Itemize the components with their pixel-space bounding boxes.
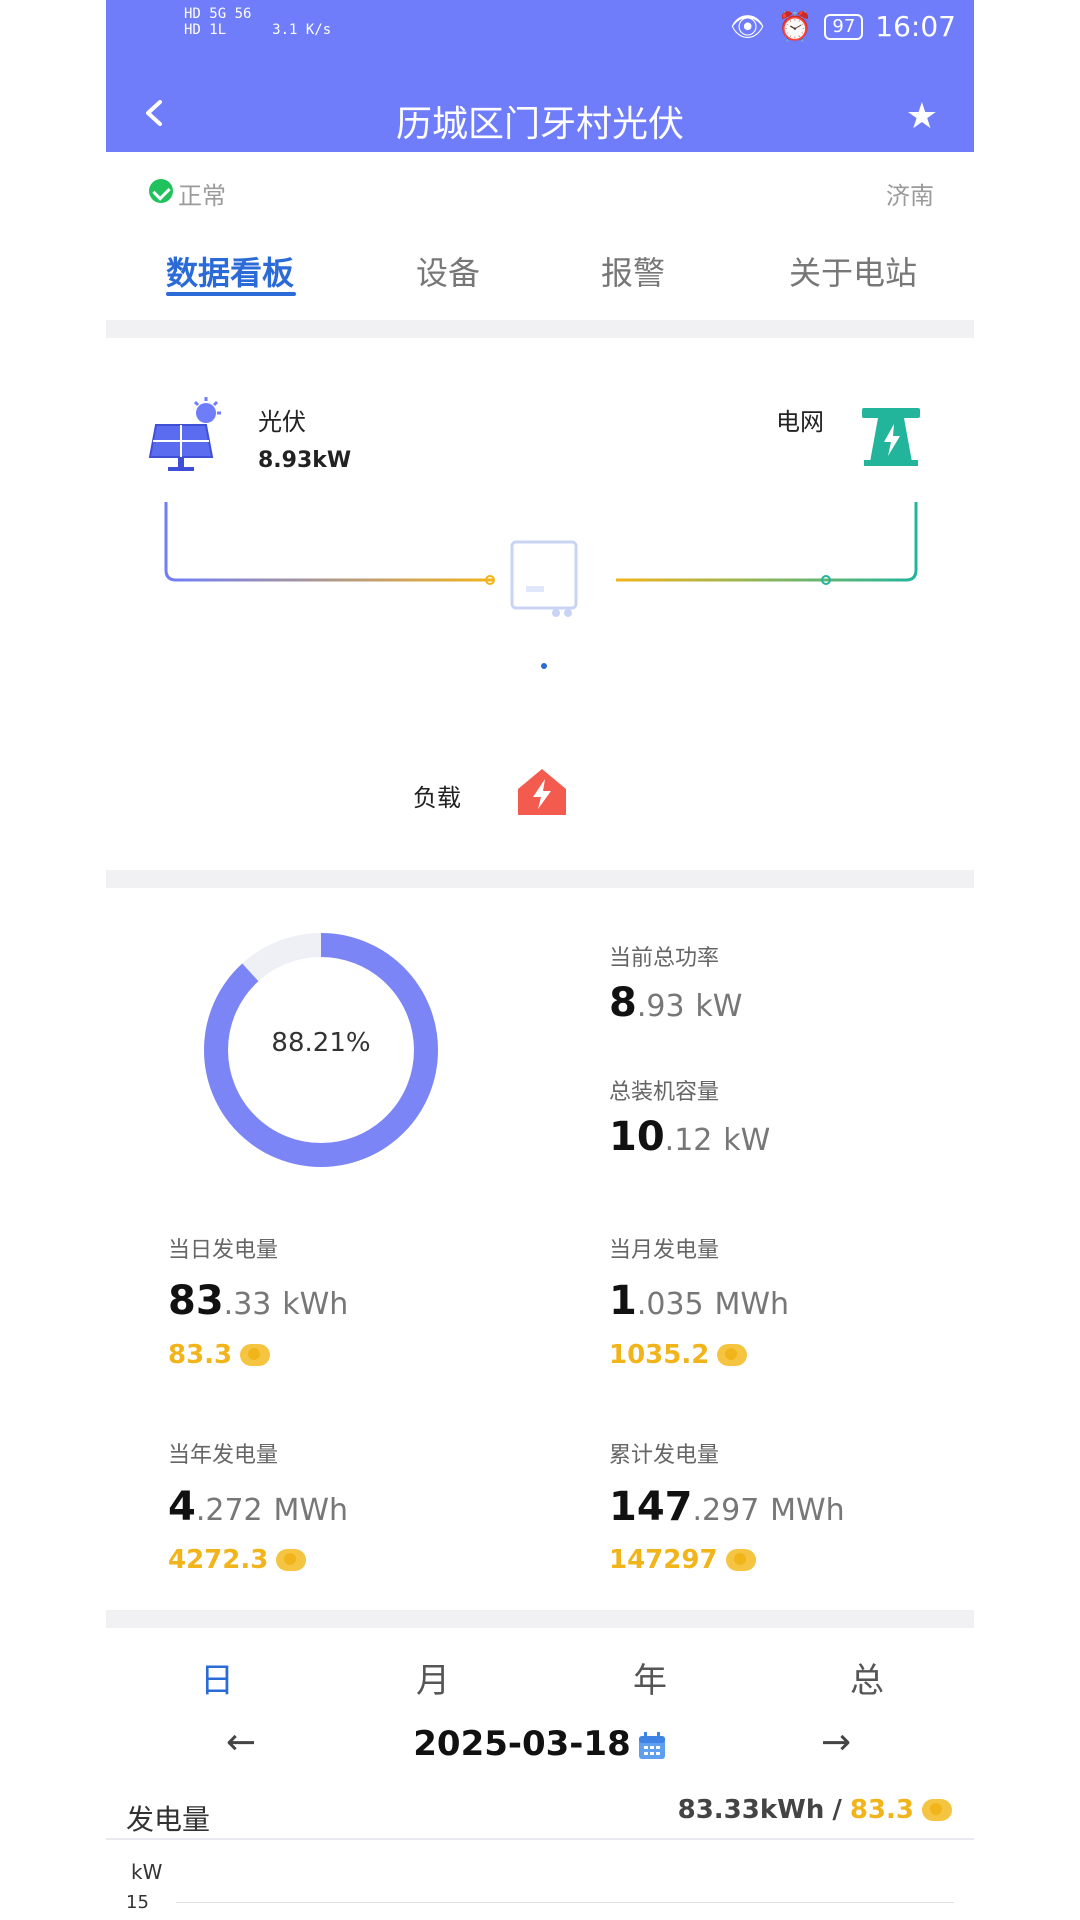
network-line-1: HD 5G 56: [184, 6, 252, 22]
period-tab-month[interactable]: 月: [416, 1653, 450, 1702]
clock-time: 16:07: [875, 10, 956, 43]
station-city: 济南: [886, 182, 934, 210]
current-power-value: 8.93 kW: [609, 980, 743, 1026]
section-divider: [106, 870, 974, 888]
coin-icon: [725, 1549, 756, 1571]
chart-grid-line: [176, 1902, 954, 1903]
power-grid-icon: [862, 408, 920, 466]
battery-indicator: 97: [824, 13, 864, 40]
day-revenue: 83.3: [168, 1340, 271, 1370]
network-line-2: HD 1L: [184, 22, 227, 38]
net-speed: 3.1 K/s: [272, 22, 332, 38]
alarm-icon: ⏰: [777, 10, 813, 43]
eye-icon: 👁: [729, 10, 766, 43]
grid-label: 电网: [776, 408, 824, 436]
favorite-star-icon[interactable]: ★: [906, 96, 938, 137]
energy-flow-diagram: [164, 502, 918, 736]
year-generation-label: 当年发电量: [168, 1443, 279, 1468]
capacity-label: 总装机容量: [609, 1080, 720, 1105]
total-generation-label: 累计发电量: [609, 1443, 720, 1468]
capacity-value: 10.12 kW: [609, 1114, 771, 1160]
day-generation-label: 当日发电量: [168, 1238, 279, 1263]
period-tab-day[interactable]: 日: [200, 1653, 234, 1702]
generation-revenue: 83.3: [849, 1795, 914, 1825]
load-label: 负载: [413, 784, 461, 812]
generation-label: 发电量: [126, 1803, 211, 1836]
generation-value: 83.33kWh: [677, 1795, 825, 1825]
pv-label: 光伏: [258, 408, 306, 436]
load-house-icon: [518, 769, 566, 815]
tab-active-indicator: [166, 292, 296, 296]
tab-devices[interactable]: 设备: [416, 248, 480, 294]
status-bar-left: HD 5G 56 HD 1L 3.1 K/s: [184, 6, 331, 38]
page-title: 历城区门牙村光伏: [395, 104, 684, 145]
generation-summary: 83.33kWh / 83.3: [678, 1795, 952, 1825]
app-frame: HD 5G 56 HD 1L 3.1 K/s 👁 ⏰ 97 16:07 历城区门牙…: [106, 0, 974, 1920]
coin-icon: [717, 1344, 748, 1366]
section-divider: [106, 1610, 974, 1628]
next-date-arrow-icon[interactable]: →: [821, 1722, 851, 1763]
generation-separator: /: [832, 1795, 842, 1825]
total-revenue: 147297: [609, 1545, 756, 1575]
current-power-label: 当前总功率: [609, 946, 720, 971]
coin-icon: [240, 1344, 271, 1366]
section-divider: [106, 320, 974, 338]
period-tab-year[interactable]: 年: [633, 1653, 667, 1702]
month-revenue: 1035.2: [609, 1340, 748, 1370]
coin-icon: [276, 1549, 307, 1571]
chart-top-divider: [106, 1838, 974, 1840]
station-status: 正常: [178, 182, 226, 210]
chart-y-axis-unit: kW: [131, 1860, 163, 1884]
calendar-icon[interactable]: [637, 1731, 667, 1761]
year-generation-value: 4.272 MWh: [168, 1484, 349, 1530]
pv-power-value: 8.93kW: [258, 448, 352, 473]
status-ok-icon: [149, 179, 173, 203]
total-generation-value: 147.297 MWh: [609, 1484, 845, 1530]
capacity-ratio-label: 88.21%: [271, 1028, 371, 1058]
year-revenue: 4272.3: [168, 1545, 307, 1575]
tab-about-station[interactable]: 关于电站: [789, 248, 917, 294]
tab-alarms[interactable]: 报警: [601, 248, 665, 294]
coin-icon: [922, 1799, 952, 1821]
month-generation-value: 1.035 MWh: [609, 1278, 790, 1324]
header-bar: HD 5G 56 HD 1L 3.1 K/s 👁 ⏰ 97 16:07 历城区门牙…: [106, 0, 974, 152]
status-bar-right: 👁 ⏰ 97 16:07: [730, 10, 956, 43]
month-generation-label: 当月发电量: [609, 1238, 720, 1263]
tab-dashboard[interactable]: 数据看板: [166, 248, 294, 294]
day-generation-value: 83.33 kWh: [168, 1278, 349, 1324]
selected-date: 2025-03-18: [413, 1724, 631, 1764]
chart-y-axis-tick: 15: [126, 1892, 149, 1913]
period-tab-total[interactable]: 总: [850, 1653, 884, 1702]
solar-panel-icon: [148, 397, 221, 471]
